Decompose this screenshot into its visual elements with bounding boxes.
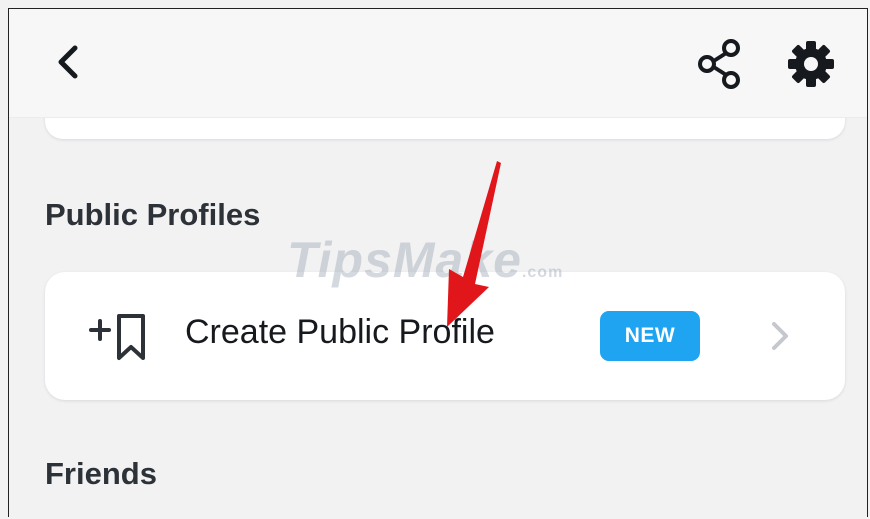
share-button[interactable] [692,36,748,92]
section-title-public-profiles: Public Profiles [45,197,261,232]
section-title-friends: Friends [45,456,157,491]
add-bookmark-icon [89,314,145,360]
gear-icon [788,41,834,87]
share-icon [698,39,740,89]
create-public-profile-row[interactable]: Create Public Profile NEW [45,272,845,400]
create-public-profile-label: Create Public Profile [185,313,495,351]
chevron-right-icon [772,322,788,350]
back-button[interactable] [41,34,97,90]
app-screen: Public Profiles Create Public Profile NE… [8,8,868,517]
chevron-left-icon [58,45,78,79]
top-bar [9,9,867,118]
settings-button[interactable] [783,36,839,92]
new-badge: NEW [600,311,700,361]
